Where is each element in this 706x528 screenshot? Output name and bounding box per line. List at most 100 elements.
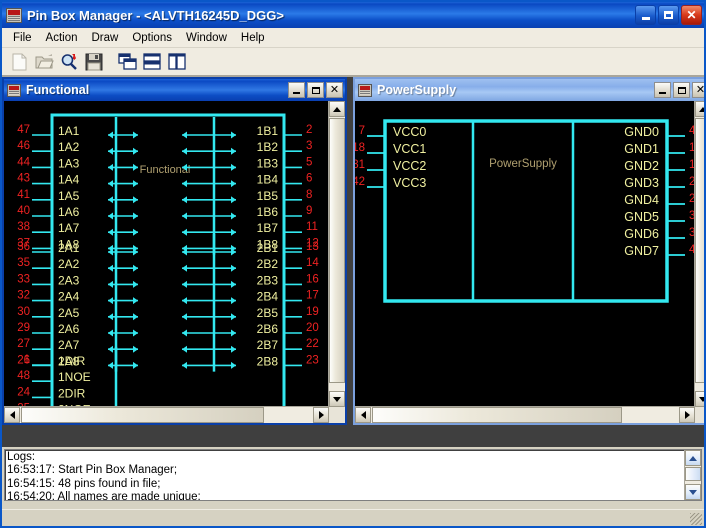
log-vscroll-thumb[interactable] xyxy=(685,467,701,481)
arrow-head-right xyxy=(133,196,138,204)
powersupply-minimize-button[interactable] xyxy=(654,82,671,98)
arrow-head-right xyxy=(231,361,236,369)
cascade-windows-icon[interactable] xyxy=(115,50,139,73)
powersupply-scroll-left-button[interactable] xyxy=(355,407,371,423)
powersupply-scroll-down-button[interactable] xyxy=(695,391,704,407)
zoom-refresh-icon[interactable] xyxy=(57,50,81,73)
pin-name: GND0 xyxy=(624,125,659,139)
pin-number: 32 xyxy=(17,290,30,302)
tile-horizontal-icon[interactable] xyxy=(140,50,164,73)
mdi-client-area: Functional ✕ Functional 47 1A1 46 1A2 44 1A3 43… xyxy=(2,76,704,447)
powersupply-hscroll-thumb[interactable] xyxy=(372,407,622,423)
minimize-button[interactable] xyxy=(635,5,656,25)
functional-hscroll-thumb[interactable] xyxy=(21,407,264,423)
arrow-head-left xyxy=(108,361,113,369)
arrow-head-left xyxy=(108,212,113,220)
arrow-head-right xyxy=(231,131,236,139)
functional-scroll-left-button[interactable] xyxy=(4,407,20,423)
pin-name: 1A5 xyxy=(58,189,80,203)
mdi-window-powersupply[interactable]: PowerSupply ✕ PowerSupply 7 VCC0 18 VCC1 31 VC… xyxy=(353,77,704,425)
arrow-head-right xyxy=(133,264,138,272)
powersupply-scroll-right-button[interactable] xyxy=(679,407,695,423)
powersupply-scroll-up-button[interactable] xyxy=(695,101,704,117)
log-line: 16:54:15: 48 pins found in file; xyxy=(7,477,161,490)
pin-name: 1B6 xyxy=(257,205,279,219)
pin-name: GND3 xyxy=(624,176,659,190)
arrow-head-right xyxy=(231,280,236,288)
mdi-window-functional[interactable]: Functional ✕ Functional 47 1A1 46 1A2 44 1A3 43… xyxy=(2,77,347,425)
pin-name: VCC3 xyxy=(393,176,426,190)
pin-name: 2B4 xyxy=(257,290,279,304)
pin-name: 2A4 xyxy=(58,290,80,304)
powersupply-title: PowerSupply xyxy=(377,83,457,97)
arrow-head-right xyxy=(231,212,236,220)
resize-grip[interactable] xyxy=(690,513,702,525)
pin-number: 41 xyxy=(17,189,30,201)
pin-name: 1A4 xyxy=(58,173,80,187)
arrow-head-left xyxy=(108,329,113,337)
menu-file[interactable]: File xyxy=(6,30,39,46)
log-textbox[interactable]: Logs: 16:53:17: Start Pin Box Manager; 1… xyxy=(4,449,702,501)
functional-vscroll-thumb[interactable] xyxy=(329,118,345,383)
functional-maximize-button[interactable] xyxy=(307,82,324,98)
log-line: Logs: xyxy=(7,451,36,463)
pin-name: 2B1 xyxy=(257,241,279,255)
arrow-head-right xyxy=(133,147,138,155)
arrow-head-left xyxy=(182,228,187,236)
functional-canvas[interactable]: Functional 47 1A1 46 1A2 44 1A3 43 1A4 41 1A5 40 1A6… xyxy=(4,101,345,423)
pin-name: 2A7 xyxy=(58,338,80,352)
functional-scroll-down-button[interactable] xyxy=(329,391,345,407)
pin-name: 1B5 xyxy=(257,189,279,203)
functional-close-button[interactable]: ✕ xyxy=(326,82,343,98)
log-scroll-up-button[interactable] xyxy=(685,450,701,466)
menu-options[interactable]: Options xyxy=(125,30,179,46)
powersupply-vertical-scrollbar[interactable] xyxy=(694,101,704,407)
arrow-head-right xyxy=(133,345,138,353)
open-file-icon[interactable] xyxy=(32,50,56,73)
functional-minimize-button[interactable] xyxy=(288,82,305,98)
powersupply-horizontal-scrollbar[interactable] xyxy=(355,406,695,423)
arrow-head-left xyxy=(182,297,187,305)
application-window: Pin Box Manager - <ALVTH16245D_DGG> ✕ Fi… xyxy=(0,0,706,528)
arrow-head-right xyxy=(231,147,236,155)
functional-vertical-scrollbar[interactable] xyxy=(328,101,345,407)
pin-name: 1A6 xyxy=(58,205,80,219)
functional-scroll-corner xyxy=(329,407,345,423)
log-scroll-down-button[interactable] xyxy=(685,484,701,500)
pin-name: GND6 xyxy=(624,227,659,241)
arrow-head-right xyxy=(231,228,236,236)
functional-horizontal-scrollbar[interactable] xyxy=(4,406,329,423)
pinbox-icon xyxy=(7,83,21,97)
functional-title-bar[interactable]: Functional ✕ xyxy=(4,79,345,101)
close-button[interactable]: ✕ xyxy=(681,5,702,25)
arrow-head-left xyxy=(182,280,187,288)
menu-draw[interactable]: Draw xyxy=(85,30,126,46)
new-file-icon[interactable] xyxy=(7,50,31,73)
pin-number: 6 xyxy=(306,173,312,185)
powersupply-title-bar[interactable]: PowerSupply ✕ xyxy=(355,79,704,101)
arrow-head-left xyxy=(182,313,187,321)
save-icon[interactable] xyxy=(82,50,106,73)
pin-number: 3 xyxy=(306,140,312,152)
pin-name: 1B3 xyxy=(257,156,279,170)
functional-scroll-right-button[interactable] xyxy=(313,407,329,423)
log-vertical-scrollbar[interactable] xyxy=(684,450,701,500)
menu-action[interactable]: Action xyxy=(39,30,85,46)
arrow-head-right xyxy=(231,329,236,337)
functional-scroll-up-button[interactable] xyxy=(329,101,345,117)
menu-help[interactable]: Help xyxy=(234,30,272,46)
powersupply-canvas[interactable]: PowerSupply7VCC018VCC131VCC242VCC3GND04G… xyxy=(355,101,704,423)
tile-vertical-icon[interactable] xyxy=(165,50,189,73)
pin-name: GND1 xyxy=(624,142,659,156)
pin-number: 29 xyxy=(17,322,30,334)
maximize-button[interactable] xyxy=(658,5,679,25)
powersupply-vscroll-thumb[interactable] xyxy=(695,118,704,383)
powersupply-close-button[interactable]: ✕ xyxy=(692,82,704,98)
powersupply-maximize-button[interactable] xyxy=(673,82,690,98)
arrow-head-right xyxy=(231,313,236,321)
arrow-head-left xyxy=(108,297,113,305)
title-bar: Pin Box Manager - <ALVTH16245D_DGG> ✕ xyxy=(2,2,704,28)
menu-window[interactable]: Window xyxy=(179,30,234,46)
pin-name: 2A5 xyxy=(58,306,80,320)
pin-number: 11 xyxy=(306,221,318,233)
